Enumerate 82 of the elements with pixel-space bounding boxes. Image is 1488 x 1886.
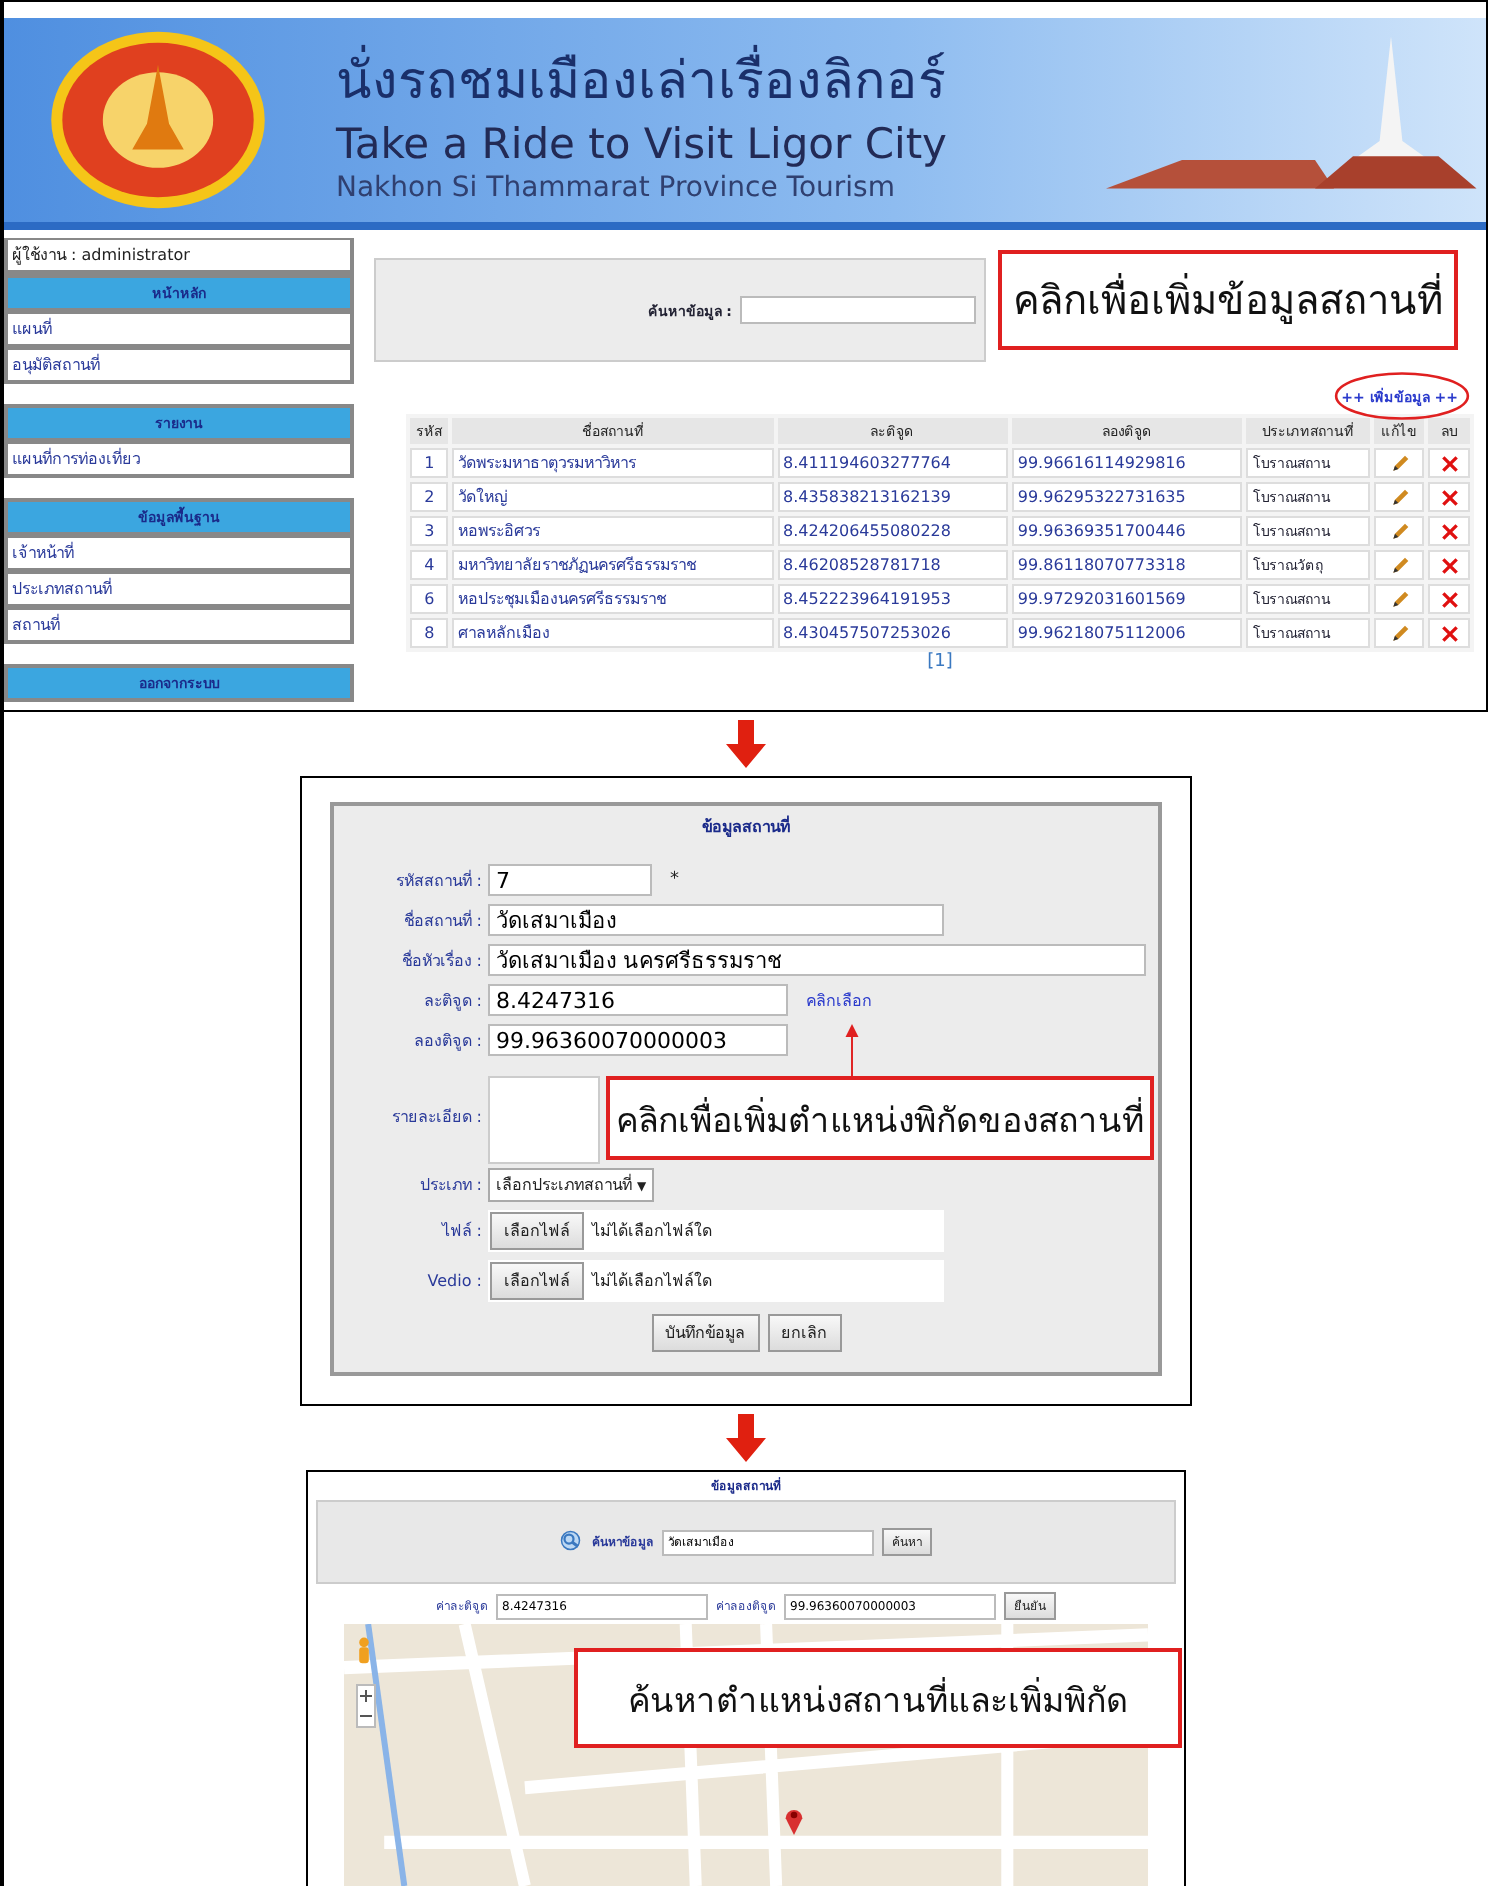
table-cell: มหาวิทยาลัยราชภัฏนครศรีธรรมราช — [452, 550, 773, 580]
table-cell: 99.97292031601569 — [1011, 584, 1243, 614]
file-status: ไม่ได้เลือกไฟล์ใด — [592, 1219, 712, 1244]
table-cell: 99.96616114929816 — [1011, 448, 1243, 478]
file-field[interactable]: เลือกไฟล์ ไม่ได้เลือกไฟล์ใด — [488, 1210, 944, 1252]
pointer-arrow — [842, 1024, 862, 1076]
delete-icon[interactable] — [1439, 521, 1460, 541]
map-pin-icon — [784, 1804, 804, 1836]
table-cell: 3 — [410, 516, 449, 546]
pencil-icon[interactable] — [1389, 521, 1410, 541]
input-field[interactable]: 99.96360070000003 — [488, 1024, 788, 1056]
field-label: ชื่อหัวเรื่อง : — [399, 948, 482, 973]
table-cell: 8.435838213162139 — [777, 482, 1008, 512]
delete-icon[interactable] — [1439, 487, 1460, 507]
field-label: Vedio : — [425, 1272, 482, 1290]
field-label: ประเภท : — [417, 1174, 482, 1198]
pencil-icon[interactable] — [1389, 555, 1410, 575]
delete-icon[interactable] — [1439, 453, 1460, 473]
required-mark: * — [670, 870, 679, 890]
site-title-english: Take a Ride to Visit Ligor City — [336, 119, 949, 167]
table-cell: 6 — [410, 584, 449, 614]
down-arrow-icon — [722, 1414, 770, 1462]
table-cell: หอพระอิศวร — [452, 516, 773, 546]
table-cell: 99.96295322731635 — [1011, 482, 1243, 512]
sidebar-item[interactable]: แผนที่การท่องเที่ยว — [4, 442, 354, 478]
field-label: ชื่อสถานที่ : — [401, 908, 482, 933]
table-cell: 4 — [410, 550, 449, 580]
textarea-field[interactable] — [488, 1076, 600, 1164]
sidebar-item[interactable]: เจ้าหน้าที่ — [4, 536, 354, 572]
table-cell: 8.452223964191953 — [777, 584, 1008, 614]
input-field[interactable]: วัดเสมาเมือง — [488, 904, 944, 936]
table-cell: วัดใหญ่ — [452, 482, 773, 512]
table-cell: วัดพระมหาธาตุวรมหาวิหาร — [452, 448, 773, 478]
field-label: รหัสสถานที่ : — [393, 868, 482, 893]
table-cell: 1 — [410, 448, 449, 478]
table-cell: หอประชุมเมืองนครศรีธรรมราช — [452, 584, 773, 614]
page-link[interactable]: [1] — [406, 652, 1474, 672]
form-button[interactable]: บันทึกข้อมูล — [651, 1314, 759, 1352]
form-title: ข้อมูลสถานที่ — [700, 814, 792, 840]
table-cell: ศาลหลักเมือง — [452, 618, 773, 648]
input-field[interactable]: วัดเสมาเมือง นครศรีธรรมราช — [488, 944, 1146, 976]
sidebar-item[interactable]: สถานที่ — [4, 608, 354, 644]
callout-note: คลิกเพื่อเพิ่มข้อมูลสถานที่ — [998, 250, 1458, 350]
input-field[interactable]: 8.4247316 — [488, 984, 788, 1016]
table-cell: 8.46208528781718 — [777, 550, 1008, 580]
field-label: ละติจูด : — [421, 989, 482, 1013]
sidebar-item[interactable]: อนุมัติสถานที่ — [4, 348, 354, 384]
table-cell: 99.96369351700446 — [1011, 516, 1243, 546]
delete-icon[interactable] — [1439, 589, 1460, 609]
down-arrow-icon — [722, 720, 770, 768]
delete-icon[interactable] — [1439, 623, 1460, 643]
table-cell: 8.430457507253026 — [777, 618, 1008, 648]
file-field[interactable]: เลือกไฟล์ ไม่ได้เลือกไฟล์ใด — [488, 1260, 944, 1302]
site-subtitle: Nakhon Si Thammarat Province Tourism — [336, 171, 897, 203]
table-cell: 99.96218075112006 — [1011, 618, 1243, 648]
callout-note: คลิกเพื่อเพิ่มตำแหน่งพิกัดของสถานที่ — [606, 1076, 1154, 1160]
pencil-icon[interactable] — [1389, 453, 1410, 473]
field-label: ไฟล์ : — [439, 1219, 482, 1244]
file-status: ไม่ได้เลือกไฟล์ใด — [592, 1269, 712, 1294]
pencil-icon[interactable] — [1389, 487, 1410, 507]
callout-note: ค้นหาตำแหน่งสถานที่และเพิ่มพิกัด — [574, 1648, 1182, 1748]
table-cell: 8.411194603277764 — [777, 448, 1008, 478]
pencil-icon[interactable] — [1389, 589, 1410, 609]
field-label: ลองติจูด : — [411, 1029, 482, 1053]
table-cell: 8.424206455080228 — [777, 516, 1008, 546]
delete-icon[interactable] — [1439, 555, 1460, 575]
search-field[interactable] — [740, 296, 976, 324]
user-label: ผู้ใช้งาน : administrator — [4, 238, 354, 274]
sidebar-item[interactable]: ประเภทสถานที่ — [4, 572, 354, 608]
table-cell: 8 — [410, 618, 449, 648]
form-button[interactable]: ยกเลิก — [767, 1314, 841, 1352]
site-title: นั่งรถชมเมืองเล่าเรื่องลิกอร์ — [336, 37, 1106, 119]
input-field[interactable]: 7 — [488, 864, 652, 896]
sidebar-item[interactable]: แผนที่ — [4, 312, 354, 348]
choose-file-button[interactable]: เลือกไฟล์ — [490, 1262, 584, 1300]
table-cell: 2 — [410, 482, 449, 512]
pencil-icon[interactable] — [1389, 623, 1410, 643]
search-icon — [560, 1530, 584, 1554]
table-cell: 99.86118070773318 — [1011, 550, 1243, 580]
pick-link[interactable]: คลิกเลือก — [806, 987, 872, 1013]
choose-file-button[interactable]: เลือกไฟล์ — [490, 1212, 584, 1250]
field-label: รายละเอียด : — [389, 1105, 482, 1129]
